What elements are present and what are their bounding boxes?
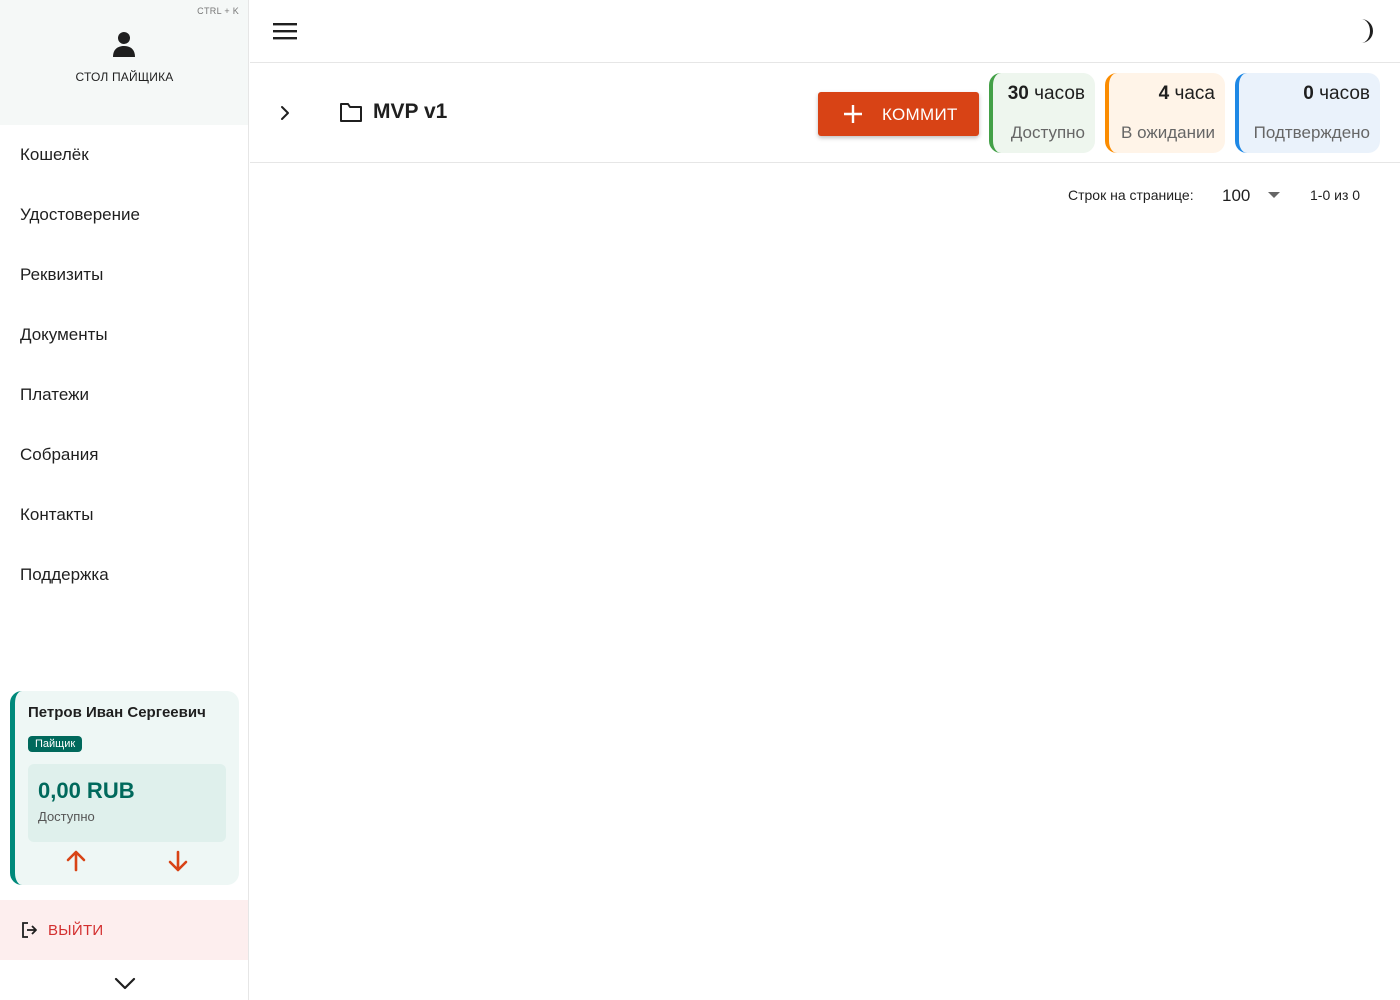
sidebar-item-support[interactable]: Поддержка <box>0 545 248 605</box>
rows-per-page-label: Строк на странице: <box>1068 187 1194 203</box>
caret-down-icon <box>1268 192 1280 198</box>
sidebar-item-requisites[interactable]: Реквизиты <box>0 245 248 305</box>
stat-confirmed-label: Подтверждено <box>1253 123 1370 142</box>
balance-amount: 0,00 RUB <box>38 778 135 803</box>
commit-button[interactable]: КОММИТ <box>818 92 979 136</box>
user-icon <box>113 32 135 57</box>
menu-icon[interactable] <box>272 19 298 43</box>
arrow-up-icon[interactable] <box>64 849 88 873</box>
sidebar-item-payments[interactable]: Платежи <box>0 365 248 425</box>
arrow-down-icon[interactable] <box>166 849 190 873</box>
sidebar-item-wallet[interactable]: Кошелёк <box>0 125 248 185</box>
stat-pending: 4 часа В ожидании <box>1105 73 1225 153</box>
stat-pending-label: В ожидании <box>1121 123 1215 142</box>
balance-label: Доступно <box>38 809 95 824</box>
rows-per-page-select[interactable]: 100 <box>1222 183 1286 207</box>
logout-icon <box>22 922 37 938</box>
dark-mode-icon[interactable] <box>1352 17 1376 45</box>
logout-label: ВЫЙТИ <box>48 921 104 939</box>
pagination: Строк на странице: 100 1-0 из 0 <box>250 180 1400 210</box>
sidebar-item-contacts[interactable]: Контакты <box>0 485 248 545</box>
chevron-down-icon[interactable] <box>113 974 137 994</box>
folder-icon <box>340 103 362 122</box>
role-badge: Пайщик <box>28 736 83 752</box>
stat-available-value: 30 часов <box>1007 83 1085 104</box>
sidebar-title: СТОЛ ПАЙЩИКА <box>75 70 174 84</box>
stat-available: 30 часов Доступно <box>989 73 1095 153</box>
sidebar-item-meetings[interactable]: Собрания <box>0 425 248 485</box>
stat-available-label: Доступно <box>1010 123 1085 142</box>
sidebar-item-documents[interactable]: Документы <box>0 305 248 365</box>
sidebar-nav: Кошелёк Удостоверение Реквизиты Документ… <box>0 125 248 605</box>
sidebar: CTRL + K СТОЛ ПАЙЩИКА Кошелёк Удостовере… <box>0 0 249 1000</box>
project-title: MVP v1 <box>373 100 448 123</box>
user-name: Петров Иван Сергеевич <box>28 704 206 721</box>
plus-icon <box>844 105 862 123</box>
user-card: Петров Иван Сергеевич Пайщик 0,00 RUB До… <box>10 691 239 885</box>
chevron-right-icon[interactable] <box>274 102 296 124</box>
project-toolbar: MVP v1 КОММИТ 30 часов Доступно 4 часа В… <box>250 64 1400 163</box>
balance-box: 0,00 RUB Доступно <box>28 764 226 842</box>
pagination-range: 1-0 из 0 <box>1310 187 1361 203</box>
sidebar-item-certificate[interactable]: Удостоверение <box>0 185 248 245</box>
stat-pending-value: 4 часа <box>1158 83 1215 104</box>
sidebar-header: CTRL + K СТОЛ ПАЙЩИКА <box>0 0 248 125</box>
stat-confirmed-value: 0 часов <box>1303 83 1370 104</box>
commit-label: КОММИТ <box>882 105 958 124</box>
logout-button[interactable]: ВЫЙТИ <box>0 900 248 960</box>
top-bar <box>250 0 1400 63</box>
shortcut-hint: CTRL + K <box>197 6 239 16</box>
stat-confirmed: 0 часов Подтверждено <box>1235 73 1380 153</box>
rows-per-page-value: 100 <box>1222 186 1251 205</box>
